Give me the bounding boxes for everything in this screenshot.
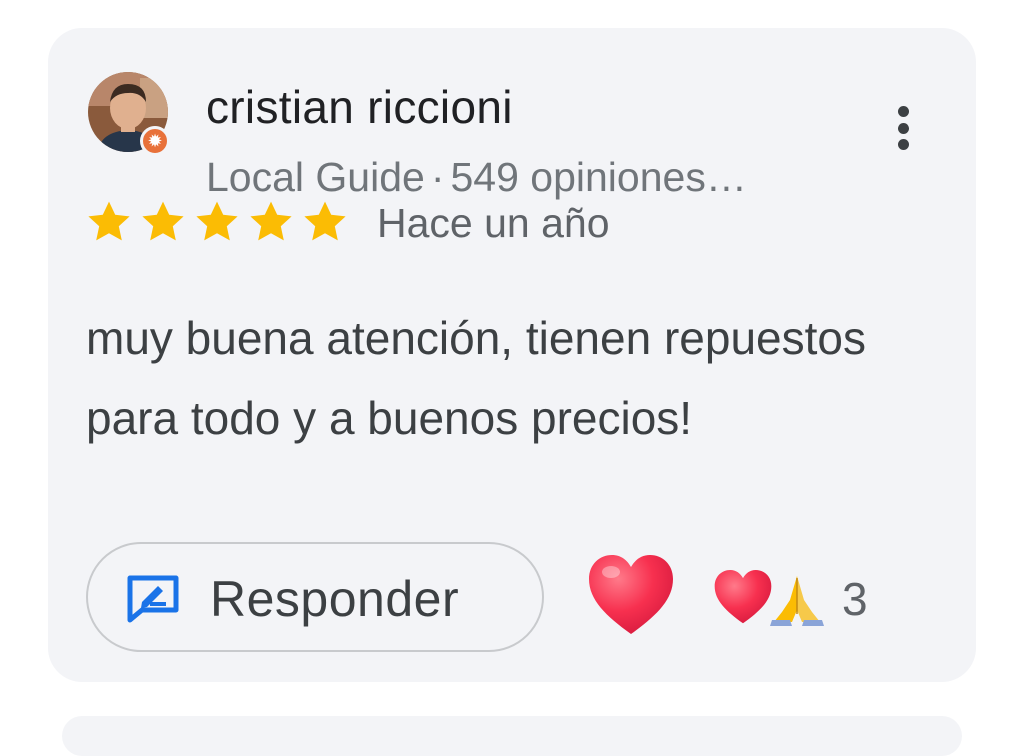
review-time: Hace un año (377, 200, 610, 246)
star-icon (250, 201, 292, 241)
author-meta[interactable]: Local Guide · 549 opiniones… (206, 154, 747, 201)
reply-label: Responder (210, 571, 460, 627)
local-guide-badge-icon: ✹ (140, 126, 170, 156)
star-icon (142, 201, 184, 241)
reaction-count: 3 (842, 573, 868, 625)
heart-icon (714, 570, 772, 624)
star-rating (84, 198, 350, 246)
review-card: ✹ cristian riccioni Local Guide · 549 opin… (48, 28, 976, 682)
heart-icon[interactable] (586, 552, 676, 638)
more-vert-icon[interactable] (888, 102, 918, 154)
author-name[interactable]: cristian riccioni (206, 80, 513, 134)
reply-icon (127, 575, 179, 623)
local-guide-label: Local Guide (206, 154, 425, 200)
review-text: muy buena atención, tienen repuestos par… (86, 312, 866, 444)
next-review-card (62, 716, 962, 756)
star-icon (304, 201, 346, 241)
reviews-count: 549 opiniones… (450, 154, 747, 200)
star-icon (88, 201, 130, 241)
star-icon (196, 201, 238, 241)
meta-separator: · (430, 154, 445, 200)
reply-button[interactable]: Responder (86, 542, 544, 652)
folded-hands-icon (770, 576, 824, 626)
